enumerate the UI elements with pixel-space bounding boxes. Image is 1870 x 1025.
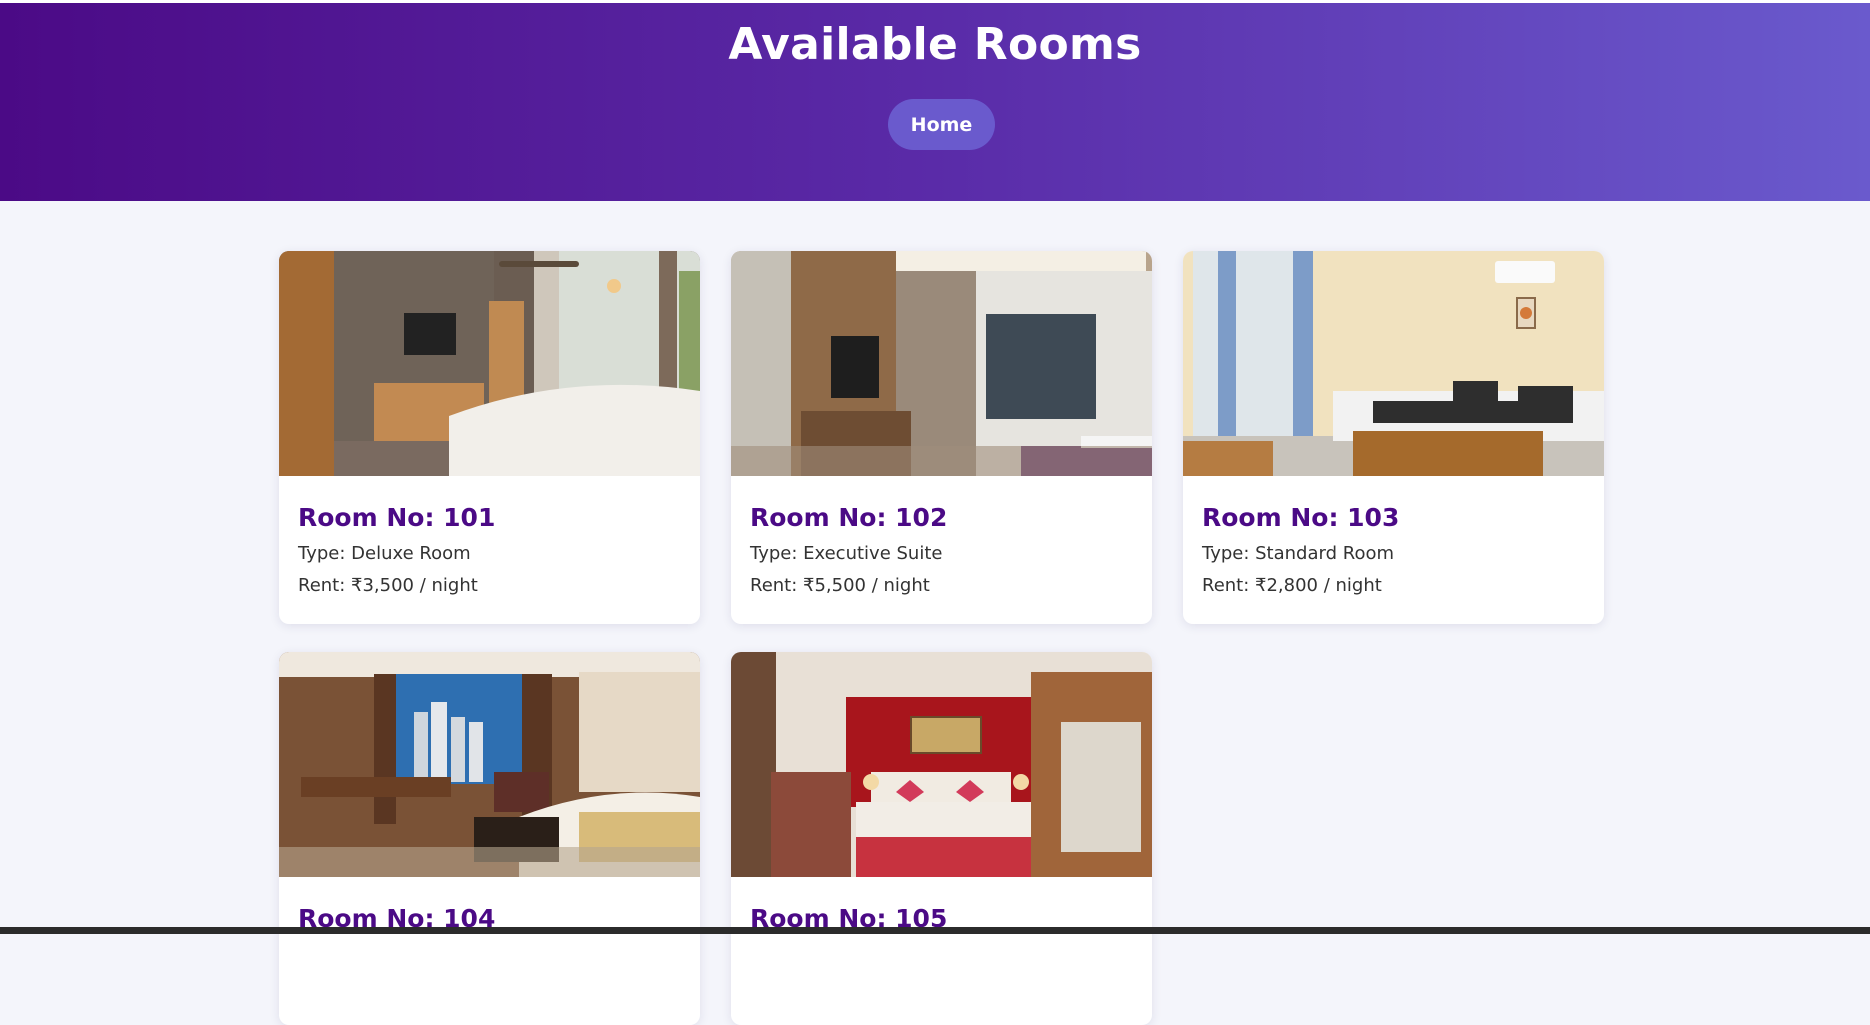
room-card-101[interactable]: Room No: 101 Type: Deluxe Room Rent: ₹3,… — [279, 251, 700, 624]
page-header: Available Rooms Home — [0, 3, 1870, 201]
room-photo — [731, 251, 1152, 476]
room-number: Room No: 103 — [1202, 503, 1400, 532]
room-rent: Rent: ₹3,500 / night — [298, 575, 478, 596]
room-photo — [1183, 251, 1604, 476]
room-photo — [279, 652, 700, 877]
page-title: Available Rooms — [728, 19, 1142, 70]
room-card-102[interactable]: Room No: 102 Type: Executive Suite Rent:… — [731, 251, 1152, 624]
room-rent: Rent: ₹2,800 / night — [1202, 575, 1382, 596]
room-rent: Rent: ₹5,500 / night — [750, 575, 930, 596]
room-type: Type: Executive Suite — [750, 543, 943, 564]
room-type: Type: Deluxe Room — [298, 543, 471, 564]
home-button[interactable]: Home — [888, 99, 995, 150]
room-photo — [279, 251, 700, 476]
room-photo — [731, 652, 1152, 877]
room-number: Room No: 102 — [750, 503, 948, 532]
taskbar-edge — [0, 927, 1870, 934]
room-card-103[interactable]: Room No: 103 Type: Standard Room Rent: ₹… — [1183, 251, 1604, 624]
room-card-104[interactable]: Room No: 104 — [279, 652, 700, 1025]
room-number: Room No: 101 — [298, 503, 496, 532]
room-type: Type: Standard Room — [1202, 543, 1394, 564]
room-card-105[interactable]: Room No: 105 — [731, 652, 1152, 1025]
